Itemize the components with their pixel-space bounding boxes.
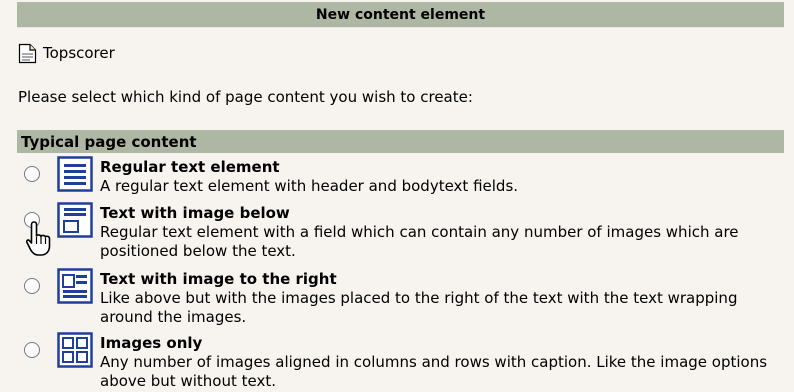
item-title[interactable]: Text with image below: [100, 204, 290, 222]
item-description: Any number of images aligned in columns …: [100, 353, 768, 390]
instruction-text: Please select which kind of page content…: [18, 88, 473, 106]
text-element-icon[interactable]: [57, 156, 93, 192]
radio-regular-text[interactable]: [24, 166, 40, 182]
text-with-image-right-icon[interactable]: [57, 268, 93, 304]
page-name: Topscorer: [43, 44, 115, 62]
hand-pointer-icon: [25, 221, 51, 256]
item-description: Like above but with the images placed to…: [100, 289, 738, 326]
section-title: Typical page content: [21, 133, 197, 151]
item-title[interactable]: Text with image to the right: [100, 270, 337, 288]
item-title[interactable]: Images only: [100, 334, 202, 352]
item-description: Regular text element with a field which …: [100, 223, 739, 260]
images-only-icon[interactable]: [57, 332, 93, 368]
radio-images-only[interactable]: [24, 342, 40, 358]
radio-text-image-right[interactable]: [24, 278, 40, 294]
section-header: Typical page content: [17, 130, 784, 153]
wizard-title: New content element: [315, 7, 486, 23]
text-with-image-below-icon[interactable]: [57, 202, 93, 238]
page-icon: [18, 43, 37, 64]
item-description: A regular text element with header and b…: [100, 177, 519, 195]
item-title[interactable]: Regular text element: [100, 158, 280, 176]
wizard-title-bar: New content element: [17, 2, 784, 28]
